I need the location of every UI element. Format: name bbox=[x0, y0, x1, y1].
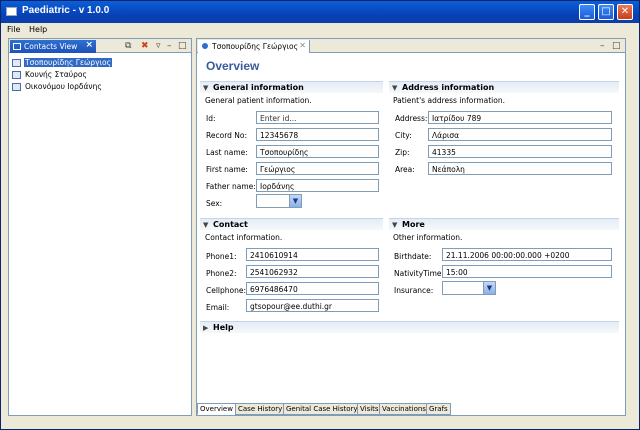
first-name-label: First name: bbox=[206, 165, 248, 174]
editor-tabbar: Τσοπουρίδης Γεώργιος ✕ – □ bbox=[197, 39, 625, 53]
email-label: Email: bbox=[206, 303, 230, 312]
menu-help[interactable]: Help bbox=[29, 25, 47, 34]
form-title: Overview bbox=[206, 59, 260, 73]
sex-label: Sex: bbox=[206, 199, 223, 208]
tab-vaccinations[interactable]: Vaccinations bbox=[379, 403, 429, 415]
address-section-header[interactable]: ▼ Address information bbox=[389, 81, 619, 93]
maximize-button[interactable]: □ bbox=[598, 4, 614, 20]
tab-genital-case-history[interactable]: Genital Case History bbox=[283, 403, 361, 415]
tab-case-history[interactable]: Case History bbox=[235, 403, 286, 415]
section-title: Contact bbox=[213, 220, 248, 229]
insurance-label: Insurance: bbox=[394, 286, 434, 295]
first-name-field[interactable]: Γεώργιος bbox=[256, 162, 379, 175]
section-description: Contact information. bbox=[205, 233, 283, 242]
expand-icon[interactable]: ▶ bbox=[203, 324, 208, 332]
help-section-header[interactable]: ▶ Help bbox=[200, 321, 619, 333]
minimize-button[interactable]: _ bbox=[579, 4, 595, 20]
email-field[interactable]: gtsopour@ee.duthi.gr bbox=[246, 299, 379, 312]
collapse-icon[interactable]: ▼ bbox=[392, 84, 397, 92]
dropdown-arrow-icon[interactable]: ▼ bbox=[483, 282, 495, 294]
maximize-editor-icon[interactable]: □ bbox=[612, 41, 621, 51]
editor-tab-label: Τσοπουρίδης Γεώργιος bbox=[212, 42, 299, 51]
nativity-time-field[interactable]: 15:00 bbox=[442, 265, 612, 278]
collapse-icon[interactable]: ▼ bbox=[203, 84, 208, 92]
tab-grafs[interactable]: Grafs bbox=[426, 403, 451, 415]
contact-name: Κουνής Σταύρος bbox=[25, 70, 87, 79]
last-name-field[interactable]: Τσοπουρίδης bbox=[256, 145, 379, 158]
close-button[interactable]: ✕ bbox=[617, 4, 633, 20]
phone2-label: Phone2: bbox=[206, 269, 237, 278]
more-section-header[interactable]: ▼ More bbox=[389, 218, 619, 230]
birthdate-label: Birthdate: bbox=[394, 252, 432, 261]
app-icon bbox=[6, 7, 17, 16]
insurance-select[interactable]: ▼ bbox=[442, 281, 496, 295]
id-label: Id: bbox=[206, 114, 216, 123]
phone2-field[interactable]: 2541062932 bbox=[246, 265, 379, 278]
birthdate-field[interactable]: 21.11.2006 00:00:00.000 +0200 bbox=[442, 248, 612, 261]
cellphone-label: Cellphone: bbox=[206, 286, 247, 295]
minimize-editor-icon[interactable]: – bbox=[600, 41, 605, 51]
patient-icon bbox=[202, 43, 208, 49]
zip-field[interactable]: 41335 bbox=[428, 145, 612, 158]
section-description: Patient's address information. bbox=[393, 96, 505, 105]
section-description: Other information. bbox=[393, 233, 463, 242]
phone1-field[interactable]: 2410610914 bbox=[246, 248, 379, 261]
father-name-field[interactable]: Ιορδάνης bbox=[256, 179, 379, 192]
minimize-view-icon[interactable]: – bbox=[167, 41, 172, 51]
close-tab-icon[interactable]: × bbox=[85, 40, 93, 50]
cellphone-field[interactable]: 6976486470 bbox=[246, 282, 379, 295]
menu-file[interactable]: File bbox=[7, 25, 20, 34]
father-name-label: Father name: bbox=[206, 182, 256, 191]
section-title: Help bbox=[213, 323, 234, 332]
city-field[interactable]: Λάρισα bbox=[428, 128, 612, 141]
city-label: City: bbox=[395, 131, 412, 140]
contact-section-header[interactable]: ▼ Contact bbox=[200, 218, 383, 230]
contact-name: Τσοπουρίδης Γεώργιος bbox=[24, 58, 113, 67]
record-no-field[interactable]: 12345678 bbox=[256, 128, 379, 141]
contact-icon bbox=[12, 83, 21, 91]
id-field[interactable]: Enter id... bbox=[256, 111, 379, 124]
collapse-icon[interactable]: ▼ bbox=[203, 221, 208, 229]
phone1-label: Phone1: bbox=[206, 252, 237, 261]
contact-icon bbox=[12, 71, 21, 79]
section-title: More bbox=[402, 220, 425, 229]
general-section-header[interactable]: ▼ General information bbox=[200, 81, 383, 93]
record-no-label: Record No: bbox=[206, 131, 248, 140]
tab-patient-editor[interactable]: Τσοπουρίδης Γεώργιος ✕ bbox=[198, 40, 310, 53]
contact-icon bbox=[12, 59, 21, 67]
contacts-view-label: Contacts View bbox=[24, 42, 78, 51]
zip-label: Zip: bbox=[395, 148, 410, 157]
section-description: General patient information. bbox=[205, 96, 312, 105]
area-label: Area: bbox=[395, 165, 415, 174]
dropdown-arrow-icon[interactable]: ▼ bbox=[289, 195, 301, 207]
close-editor-icon[interactable]: ✕ bbox=[299, 41, 306, 50]
delete-contact-icon[interactable]: ✖ bbox=[141, 41, 149, 51]
tab-overview[interactable]: Overview bbox=[197, 403, 236, 415]
contacts-view-panel: Contacts View × ⧉ ✖ ▿ – □ Τσοπουρίδης Γε… bbox=[8, 38, 192, 416]
collapse-icon[interactable]: ▼ bbox=[392, 221, 397, 229]
address-label: Address: bbox=[395, 114, 428, 123]
maximize-view-icon[interactable]: □ bbox=[178, 41, 187, 51]
contacts-view-tabbar: Contacts View × ⧉ ✖ ▿ – □ bbox=[9, 39, 191, 53]
contact-name: Οικονόμου Ιορδάνης bbox=[25, 82, 102, 91]
last-name-label: Last name: bbox=[206, 148, 248, 157]
title-bar[interactable]: Paediatric - v 1.0.0 _ □ ✕ bbox=[1, 1, 639, 23]
nativity-time-label: NativityTime: bbox=[394, 269, 445, 278]
window-title: Paediatric - v 1.0.0 bbox=[22, 5, 110, 16]
view-menu-icon[interactable]: ▿ bbox=[156, 41, 161, 51]
sex-select[interactable]: ▼ bbox=[256, 194, 302, 208]
app-window: Paediatric - v 1.0.0 _ □ ✕ File Help Con… bbox=[0, 0, 640, 430]
section-title: General information bbox=[213, 83, 304, 92]
tab-contacts-view[interactable]: Contacts View × bbox=[10, 40, 96, 53]
new-contact-icon[interactable]: ⧉ bbox=[125, 41, 131, 51]
area-field[interactable]: Νεάπολη bbox=[428, 162, 612, 175]
menu-bar: File Help bbox=[1, 23, 639, 37]
address-field[interactable]: Ιατρίδου 789 bbox=[428, 111, 612, 124]
contacts-icon bbox=[13, 43, 21, 50]
tab-visits[interactable]: Visits bbox=[357, 403, 382, 415]
section-title: Address information bbox=[402, 83, 495, 92]
